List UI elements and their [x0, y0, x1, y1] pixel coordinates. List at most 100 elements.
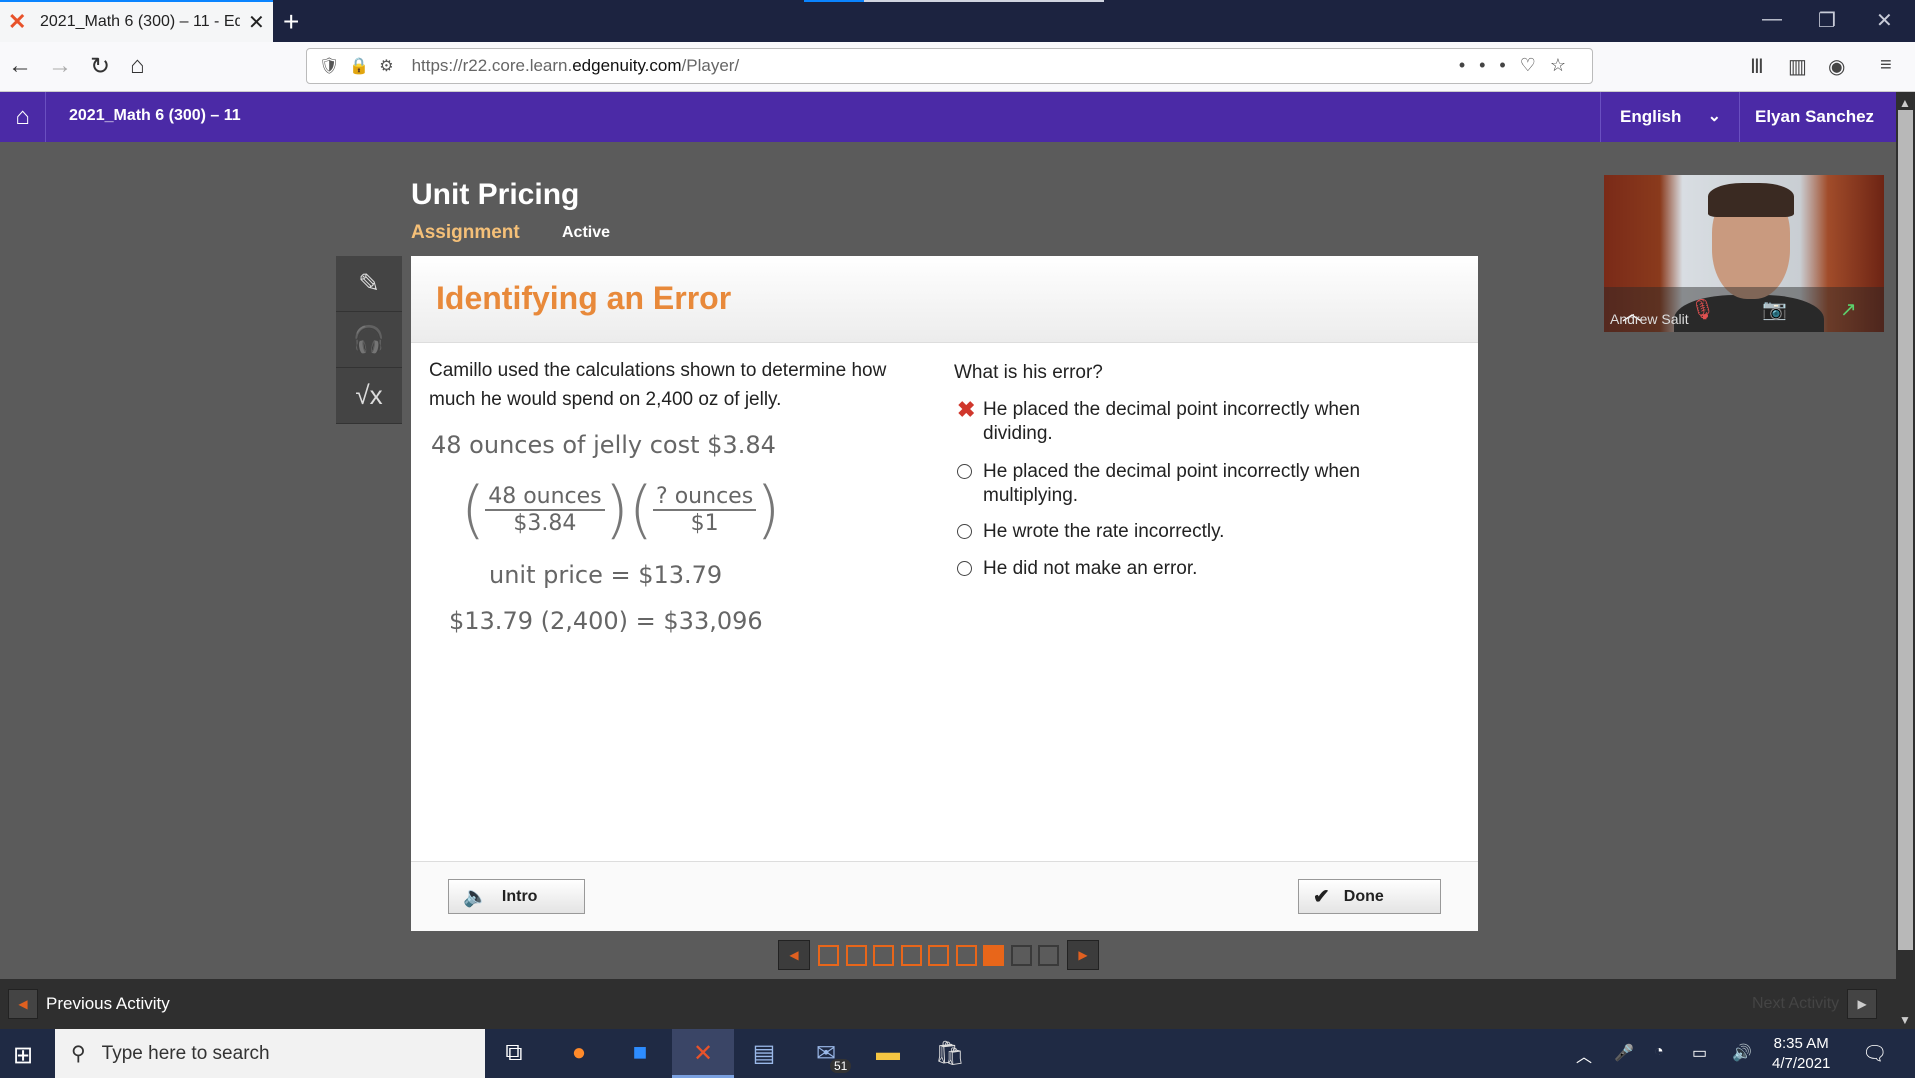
pager-next-icon[interactable]: ▶: [1067, 940, 1099, 970]
participant-name: Andrew Salit: [1610, 311, 1689, 327]
chevron-down-icon: ⌄: [1707, 108, 1721, 125]
library-icon[interactable]: Ⅲ: [1750, 54, 1764, 79]
app-header: ⌂ 2021_Math 6 (300) – 11 English ⌄ Elyan…: [0, 92, 1896, 142]
browser-nav-bar: ← → ↻ ⌂ 🛡🔒⚙ https://r22.core.learn.edgen…: [0, 42, 1915, 92]
notifications-icon[interactable]: 🗨: [1862, 1041, 1887, 1066]
bookmark-star-icon[interactable]: ☆: [1550, 55, 1580, 75]
work-line-3: unit price = $13.79: [489, 561, 723, 589]
file-explorer-icon[interactable]: ▬: [870, 1039, 906, 1067]
remote-desktop-icon[interactable]: ▤: [746, 1039, 782, 1068]
radio-button[interactable]: [957, 524, 972, 539]
problem-prompt: Camillo used the calculations shown to d…: [429, 360, 887, 410]
mic-muted-icon[interactable]: 🎙: [1690, 297, 1715, 322]
pager-prev-icon[interactable]: ◀: [778, 940, 810, 970]
system-clock[interactable]: 8:35 AM 4/7/2021: [1772, 1034, 1830, 1074]
account-icon[interactable]: ◉: [1828, 54, 1845, 79]
minimize-icon[interactable]: —: [1762, 8, 1782, 31]
tool-panel: ✎ 🎧 √x: [336, 256, 402, 424]
edgenuity-favicon-icon: ✕: [8, 9, 27, 34]
url-text: https://r22.core.learn.edgenuity.com/Pla…: [411, 56, 740, 75]
close-window-icon[interactable]: ✕: [1876, 8, 1893, 33]
pager-page-7[interactable]: [983, 944, 1004, 966]
home-icon[interactable]: ⌂: [130, 52, 145, 80]
tab-close-icon[interactable]: ✕: [248, 10, 265, 35]
answer-option-1[interactable]: ✖ He placed the decimal point incorrectl…: [957, 398, 1403, 446]
radio-button[interactable]: [957, 464, 972, 479]
previous-arrow-icon: ◀: [8, 989, 38, 1019]
pager-page-1[interactable]: [818, 944, 839, 966]
headphones-icon[interactable]: 🎧: [336, 312, 402, 368]
pencil-icon[interactable]: ✎: [336, 256, 402, 312]
checkmark-icon: ✔: [1313, 886, 1330, 908]
pager-page-5[interactable]: [928, 944, 949, 966]
pager-page-4[interactable]: [900, 944, 922, 966]
windows-taskbar: ⊞ ⚲ Type here to search ⧉ ● ■ ✕ ▤ ✉ 51 ▬…: [0, 1029, 1915, 1078]
pager-page-9[interactable]: [1038, 944, 1059, 966]
battery-icon[interactable]: ▭: [1692, 1043, 1707, 1063]
pager-page-6[interactable]: [955, 944, 977, 966]
clock-time: 8:35 AM: [1773, 1035, 1829, 1052]
security-icons: 🛡🔒⚙: [319, 58, 404, 75]
camera-off-icon[interactable]: 📷: [1762, 297, 1787, 322]
pager-page-3[interactable]: [873, 944, 894, 966]
pocket-icon[interactable]: ♡: [1520, 55, 1550, 75]
answer-option-2[interactable]: He placed the decimal point incorrectly …: [957, 460, 1403, 508]
next-arrow-icon: ▶: [1847, 989, 1878, 1019]
activity-nav-bar: ◀ Previous Activity Next Activity ▶: [0, 979, 1896, 1029]
forward-icon[interactable]: →: [48, 52, 72, 80]
more-icon[interactable]: •••: [1459, 55, 1520, 75]
user-name[interactable]: Elyan Sanchez: [1755, 107, 1874, 127]
windows-start-icon[interactable]: ⊞: [13, 1041, 33, 1070]
volume-icon[interactable]: 🔊: [1732, 1043, 1752, 1063]
taskbar-search[interactable]: ⚲ Type here to search: [55, 1029, 485, 1078]
scrollbar-thumb[interactable]: [1898, 110, 1913, 950]
back-icon[interactable]: ←: [8, 52, 32, 80]
answer-option-4[interactable]: He did not make an error.: [957, 557, 1403, 583]
work-line-4: $13.79 (2,400) = $33,096: [449, 607, 763, 635]
lesson-status: Active: [562, 224, 611, 241]
intro-button[interactable]: 🔈 Intro: [448, 879, 585, 914]
scroll-up-icon[interactable]: ▲: [1899, 96, 1911, 110]
menu-icon[interactable]: ≡: [1880, 54, 1892, 77]
language-dropdown[interactable]: English ⌄: [1600, 92, 1740, 142]
browser-tab-bar: ✕ 2021_Math 6 (300) – 11 - Edgen ✕ + — ❐…: [0, 0, 1915, 42]
speaker-icon: 🔈: [463, 886, 488, 908]
course-title: 2021_Math 6 (300) – 11: [69, 107, 241, 124]
activity-card: Identifying an Error Camillo used the ca…: [411, 256, 1478, 931]
calculator-icon[interactable]: √x: [336, 368, 402, 424]
url-bar[interactable]: 🛡🔒⚙ https://r22.core.learn.edgenuity.com…: [306, 48, 1593, 84]
store-icon[interactable]: 🛍: [932, 1039, 968, 1068]
done-button[interactable]: ✔ Done: [1298, 879, 1441, 914]
sidebar-icon[interactable]: ▥: [1788, 54, 1807, 79]
task-view-icon[interactable]: ⧉: [496, 1039, 532, 1067]
incorrect-x-icon: ✖: [957, 397, 976, 422]
microphone-icon[interactable]: 🎤: [1614, 1043, 1634, 1063]
browser-tab[interactable]: ✕ 2021_Math 6 (300) – 11 - Edgen ✕: [0, 0, 273, 42]
activity-pager: ◀ ▶: [778, 940, 1099, 970]
activity-heading: Identifying an Error: [436, 280, 732, 316]
work-fractions: ( 48 ounces $3.84 ) ( ? ounces $1 ): [461, 473, 781, 546]
answer-option-3[interactable]: He wrote the rate incorrectly.: [957, 520, 1403, 546]
tray-chevron-icon[interactable]: ︿: [1576, 1043, 1592, 1067]
loading-indicator: [804, 0, 864, 2]
reload-icon[interactable]: ↻: [90, 52, 110, 81]
video-call-overlay[interactable]: ︿ 🎙 📷 ↗ Andrew Salit: [1604, 175, 1884, 332]
pager-page-2[interactable]: [845, 944, 867, 966]
share-screen-icon[interactable]: ↗: [1840, 297, 1857, 322]
pager-page-8[interactable]: [1010, 944, 1032, 966]
radio-button[interactable]: [957, 561, 972, 576]
lesson-title: Unit Pricing: [411, 178, 580, 211]
tab-title: 2021_Math 6 (300) – 11 - Edgen: [40, 13, 240, 30]
next-activity-button[interactable]: Next Activity ▶: [1752, 989, 1878, 1019]
previous-activity-button[interactable]: ◀ Previous Activity: [8, 989, 170, 1019]
edgenuity-app-icon[interactable]: ✕: [685, 1039, 721, 1068]
lesson-type: Assignment: [411, 222, 520, 243]
zoom-icon[interactable]: ■: [622, 1039, 658, 1067]
scroll-down-icon[interactable]: ▼: [1899, 1013, 1911, 1027]
new-tab-icon[interactable]: +: [283, 6, 299, 38]
wifi-icon[interactable]: ◔: [1654, 1043, 1664, 1061]
restore-icon[interactable]: ❐: [1818, 8, 1836, 33]
clock-date: 4/7/2021: [1772, 1055, 1831, 1072]
app-home-icon[interactable]: ⌂: [0, 92, 46, 142]
firefox-icon[interactable]: ●: [561, 1039, 597, 1067]
